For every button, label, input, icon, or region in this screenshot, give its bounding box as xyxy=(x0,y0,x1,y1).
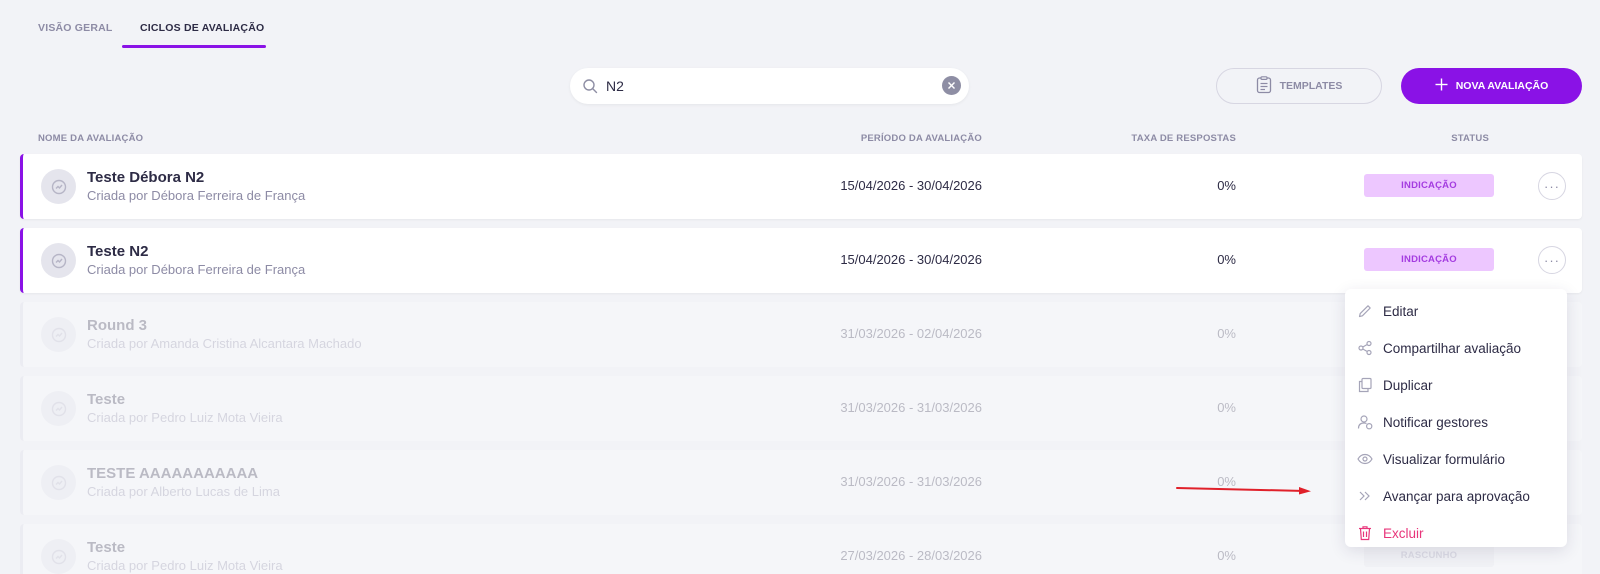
evaluation-creator: Criada por Débora Ferreira de França xyxy=(87,188,306,203)
table-row[interactable]: Teste Débora N2 Criada por Débora Ferrei… xyxy=(20,154,1582,219)
evaluation-period: 31/03/2026 - 31/03/2026 xyxy=(840,400,982,415)
status-badge: INDICAÇÃO xyxy=(1364,248,1494,271)
evaluation-name[interactable]: Round 3 xyxy=(87,317,147,334)
menu-item-label: Excluir xyxy=(1383,526,1424,541)
annotation-arrow-icon xyxy=(1176,487,1311,495)
pencil-icon xyxy=(1357,303,1373,319)
evaluation-cycle-icon xyxy=(41,317,76,352)
share-icon xyxy=(1357,340,1373,356)
evaluation-creator: Criada por Pedro Luiz Mota Vieira xyxy=(87,410,283,425)
templates-icon xyxy=(1256,75,1272,97)
menu-item-share[interactable]: Compartilhar avaliação xyxy=(1345,330,1567,367)
trash-icon xyxy=(1357,525,1373,541)
response-rate: 0% xyxy=(1217,326,1236,341)
evaluation-cycle-icon xyxy=(41,391,76,426)
clear-search-icon[interactable] xyxy=(942,76,961,95)
more-options-icon[interactable]: ··· xyxy=(1538,172,1566,200)
evaluation-name[interactable]: Teste xyxy=(87,539,125,556)
column-header-name: NOME DA AVALIAÇÃO xyxy=(38,133,144,144)
response-rate: 0% xyxy=(1217,252,1236,267)
evaluation-period: 15/04/2026 - 30/04/2026 xyxy=(840,252,982,267)
menu-item-notify-managers[interactable]: Notificar gestores xyxy=(1345,404,1567,441)
plus-icon xyxy=(1435,78,1448,94)
more-options-icon[interactable]: ··· xyxy=(1538,246,1566,274)
evaluation-name[interactable]: Teste Débora N2 xyxy=(87,169,204,186)
menu-item-label: Editar xyxy=(1383,304,1419,319)
evaluation-period: 31/03/2026 - 31/03/2026 xyxy=(840,474,982,489)
menu-item-label: Duplicar xyxy=(1383,378,1433,393)
evaluation-creator: Criada por Pedro Luiz Mota Vieira xyxy=(87,558,283,573)
menu-item-label: Notificar gestores xyxy=(1383,415,1489,430)
tab-bar: VISÃO GERAL CICLOS DE AVALIAÇÃO xyxy=(0,0,1600,50)
menu-item-view-form[interactable]: Visualizar formulário xyxy=(1345,441,1567,478)
menu-item-label: Avançar para aprovação xyxy=(1383,489,1530,504)
search-icon xyxy=(582,78,598,99)
copy-icon xyxy=(1357,377,1373,393)
evaluation-cycle-icon xyxy=(41,169,76,204)
response-rate: 0% xyxy=(1217,548,1236,563)
evaluation-creator: Criada por Amanda Cristina Alcantara Mac… xyxy=(87,336,362,351)
evaluation-period: 31/03/2026 - 02/04/2026 xyxy=(840,326,982,341)
menu-item-label: Visualizar formulário xyxy=(1383,452,1506,467)
new-evaluation-label: NOVA AVALIAÇÃO xyxy=(1455,80,1549,92)
menu-item-duplicate[interactable]: Duplicar xyxy=(1345,367,1567,404)
notify-user-icon xyxy=(1357,414,1373,430)
templates-label: TEMPLATES xyxy=(1279,80,1343,92)
menu-item-edit[interactable]: Editar xyxy=(1345,293,1567,330)
templates-button[interactable]: TEMPLATES xyxy=(1216,68,1382,104)
evaluation-name[interactable]: TESTE AAAAAAAAAAA xyxy=(87,465,258,482)
double-chevron-right-icon xyxy=(1357,488,1373,504)
response-rate: 0% xyxy=(1217,400,1236,415)
table-row[interactable]: Teste N2 Criada por Débora Ferreira de F… xyxy=(20,228,1582,293)
status-badge: INDICAÇÃO xyxy=(1364,174,1494,197)
evaluation-cycle-icon xyxy=(41,465,76,500)
search-input[interactable] xyxy=(606,76,906,96)
menu-item-advance-to-approval[interactable]: Avançar para aprovação xyxy=(1345,478,1567,515)
tab-visao-geral[interactable]: VISÃO GERAL xyxy=(38,22,113,34)
evaluation-name[interactable]: Teste xyxy=(87,391,125,408)
evaluation-creator: Criada por Alberto Lucas de Lima xyxy=(87,484,280,499)
active-tab-indicator xyxy=(122,45,266,48)
evaluation-cycle-icon xyxy=(41,539,76,574)
column-header-period: PERÍODO DA AVALIAÇÃO xyxy=(860,133,982,144)
search-bar xyxy=(570,68,969,104)
evaluation-name[interactable]: Teste N2 xyxy=(87,243,148,260)
evaluation-cycle-icon xyxy=(41,243,76,278)
evaluation-period: 15/04/2026 - 30/04/2026 xyxy=(840,178,982,193)
evaluation-creator: Criada por Débora Ferreira de França xyxy=(87,262,306,277)
eye-icon xyxy=(1357,451,1373,467)
menu-item-delete[interactable]: Excluir xyxy=(1345,515,1567,552)
tab-ciclos-de-avaliacao[interactable]: CICLOS DE AVALIAÇÃO xyxy=(140,22,264,34)
column-header-response-rate: TAXA DE RESPOSTAS xyxy=(1131,133,1236,144)
new-evaluation-button[interactable]: NOVA AVALIAÇÃO xyxy=(1401,68,1582,104)
menu-item-label: Compartilhar avaliação xyxy=(1383,341,1522,356)
column-header-status: STATUS xyxy=(1451,133,1489,144)
row-actions-menu: Editar Compartilhar avaliação Duplicar N… xyxy=(1345,289,1567,547)
evaluation-period: 27/03/2026 - 28/03/2026 xyxy=(840,548,982,563)
response-rate: 0% xyxy=(1217,178,1236,193)
